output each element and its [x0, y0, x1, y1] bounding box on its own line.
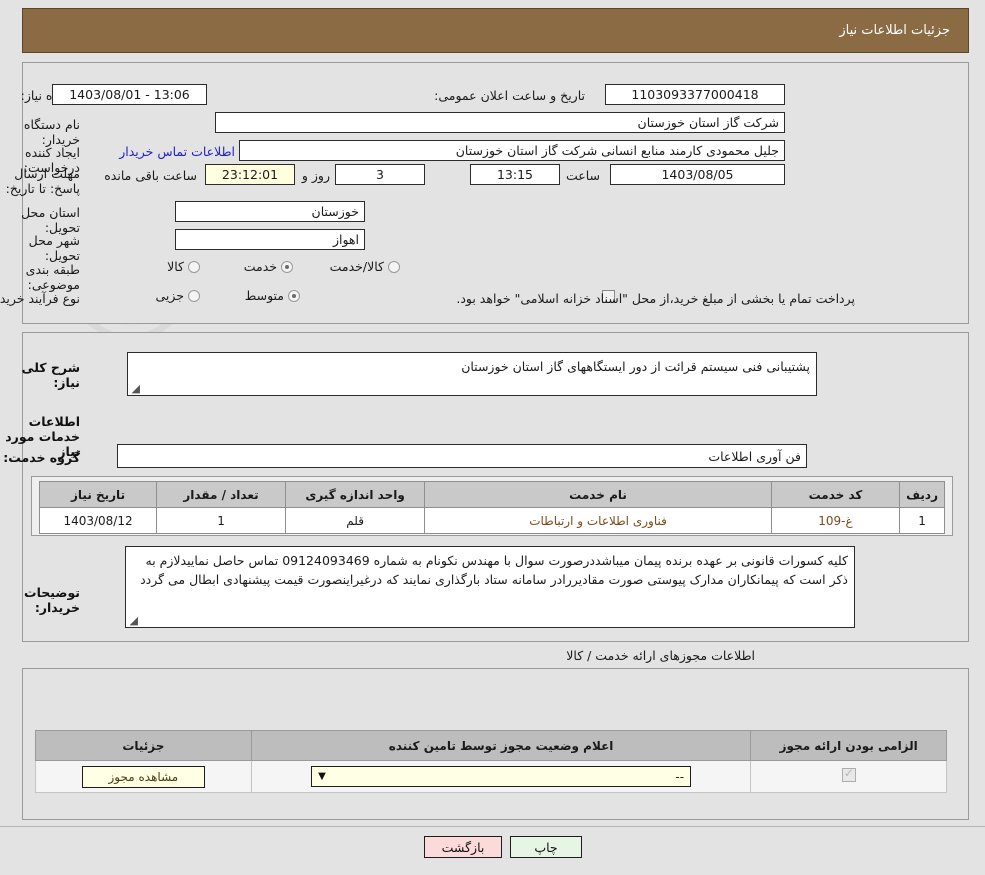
deadline-time-value: 13:15 [470, 164, 560, 185]
remaining-countdown-value: 23:12:01 [205, 164, 295, 185]
back-button[interactable]: بازگشت [424, 836, 502, 858]
delivery-province-value: خوزستان [175, 201, 365, 222]
print-button[interactable]: چاپ [510, 836, 582, 858]
resize-grip-icon[interactable]: ◢ [130, 383, 140, 394]
table-row: 1 غ-109 فناوری اطلاعات و ارتباطات قلم 1 … [38, 507, 945, 534]
radio-category-kala[interactable]: کالا [167, 259, 200, 274]
service-group-value: فن آوری اطلاعات [117, 444, 807, 468]
deadline-time-label: ساعت [565, 168, 600, 183]
chevron-down-icon[interactable]: ▼ [318, 771, 326, 782]
cell-date: 1403/08/12 [38, 507, 158, 534]
buyer-notes-text: کلیه کسورات قانونی بر عهده برنده پیمان م… [140, 553, 848, 587]
public-announce-label: تاریخ و ساعت اعلان عمومی: [434, 88, 585, 103]
th-row: ردیف [899, 481, 945, 508]
radio-category-khedmat[interactable]: خدمت [244, 259, 293, 274]
cell-qty: 1 [156, 507, 286, 534]
remaining-days-value: 3 [335, 164, 425, 185]
permit-status-value: -- [675, 769, 685, 784]
services-table: ردیف کد خدمت نام خدمت واحد اندازه گیری ت… [38, 481, 945, 534]
cell-row: 1 [899, 507, 945, 534]
radio-process-motevaset[interactable]: متوسط [245, 288, 300, 303]
radio-indicator[interactable] [281, 260, 293, 273]
request-creator-value: جلیل محمودی کارمند منابع انسانی شرکت گاز… [239, 140, 785, 161]
cell-code: غ-109 [770, 507, 901, 534]
radio-label: خدمت [243, 259, 277, 274]
th-permit-status: اعلام وضعیت مجوز توسط تامین کننده [250, 730, 752, 761]
buyer-contact-link[interactable]: اطلاعات تماس خریدار [119, 144, 235, 159]
permits-row: -- ▼ مشاهده مجوز [35, 760, 947, 793]
buyer-org-label: نام دستگاه خریدار: [23, 117, 80, 147]
buyer-org-value: شرکت گاز استان خوزستان [215, 112, 785, 133]
purchase-process-label: نوع فرآیند خرید : [0, 291, 80, 306]
th-qty: تعداد / مقدار [156, 481, 286, 508]
public-announce-value: 1403/08/01 - 13:06 [52, 84, 207, 105]
summary-label: شرح کلی نیاز: [21, 360, 80, 390]
table-header-row: ردیف کد خدمت نام خدمت واحد اندازه گیری ت… [38, 481, 945, 508]
radio-label: کالا/خدمت [329, 259, 384, 274]
cell-name: فناوری اطلاعات و ارتباطات [424, 507, 772, 534]
view-permit-button[interactable]: مشاهده مجوز [81, 765, 206, 788]
th-code: کد خدمت [770, 481, 901, 508]
th-permit-required: الزامی بودن ارائه مجوز [750, 730, 947, 761]
permit-status-select[interactable]: -- ▼ [311, 766, 692, 787]
page-title: جزئیات اطلاعات نیاز [839, 23, 950, 38]
cell-permit-required [750, 760, 947, 793]
deadline-date-value: 1403/08/05 [610, 164, 785, 185]
radio-process-jozei[interactable]: جزیی [155, 288, 200, 303]
radio-category-kala-khedmat[interactable]: کالا/خدمت [330, 259, 400, 274]
response-deadline-label: مهلت ارسال پاسخ: تا تاریخ: [5, 166, 80, 196]
footer-divider [0, 826, 985, 827]
cell-unit: قلم [284, 507, 426, 534]
delivery-province-label: استان محل تحویل: [21, 205, 80, 235]
radio-indicator[interactable] [188, 289, 200, 302]
permit-required-checkbox [841, 766, 856, 782]
delivery-city-label: شهر محل تحویل: [28, 233, 80, 263]
th-unit: واحد اندازه گیری [284, 481, 426, 508]
resize-grip-icon[interactable]: ◢ [128, 615, 138, 626]
th-permit-details: جزئیات [35, 730, 252, 761]
cell-permit-status: -- ▼ [250, 760, 752, 793]
subject-category-label: طبقه بندی موضوعی: [25, 262, 80, 292]
delivery-city-value: اهواز [175, 229, 365, 250]
remaining-days-label: روز و [301, 168, 330, 183]
service-group-label: گروه خدمت: [3, 450, 80, 465]
radio-indicator[interactable] [388, 260, 400, 273]
radio-label: جزیی [155, 288, 184, 303]
permits-table: الزامی بودن ارائه مجوز اعلام وضعیت مجوز … [35, 730, 947, 793]
radio-label: کالا [167, 259, 184, 274]
cell-permit-details: مشاهده مجوز [35, 760, 252, 793]
summary-textarea[interactable]: پشتیبانی فنی سیستم قرائت از دور ایستگاهه… [127, 352, 817, 396]
permits-caption: اطلاعات مجوزهای ارائه خدمت / کالا [566, 648, 755, 663]
buyer-notes-textarea[interactable]: کلیه کسورات قانونی بر عهده برنده پیمان م… [125, 546, 855, 628]
permits-header-row: الزامی بودن ارائه مجوز اعلام وضعیت مجوز … [35, 730, 947, 761]
summary-text: پشتیبانی فنی سیستم قرائت از دور ایستگاهه… [461, 359, 810, 374]
remaining-suffix-label: ساعت باقی مانده [104, 168, 197, 183]
need-number-value: 1103093377000418 [605, 84, 785, 105]
treasury-note-label: پرداخت تمام یا بخشی از مبلغ خرید،از محل … [456, 291, 855, 306]
radio-label: متوسط [244, 288, 284, 303]
page-title-bar: جزئیات اطلاعات نیاز [22, 8, 969, 53]
th-date: تاریخ نیاز [38, 481, 158, 508]
buyer-notes-label: توضیحات خریدار: [24, 585, 80, 615]
radio-indicator[interactable] [188, 260, 200, 273]
th-name: نام خدمت [424, 481, 772, 508]
radio-indicator[interactable] [288, 289, 300, 302]
